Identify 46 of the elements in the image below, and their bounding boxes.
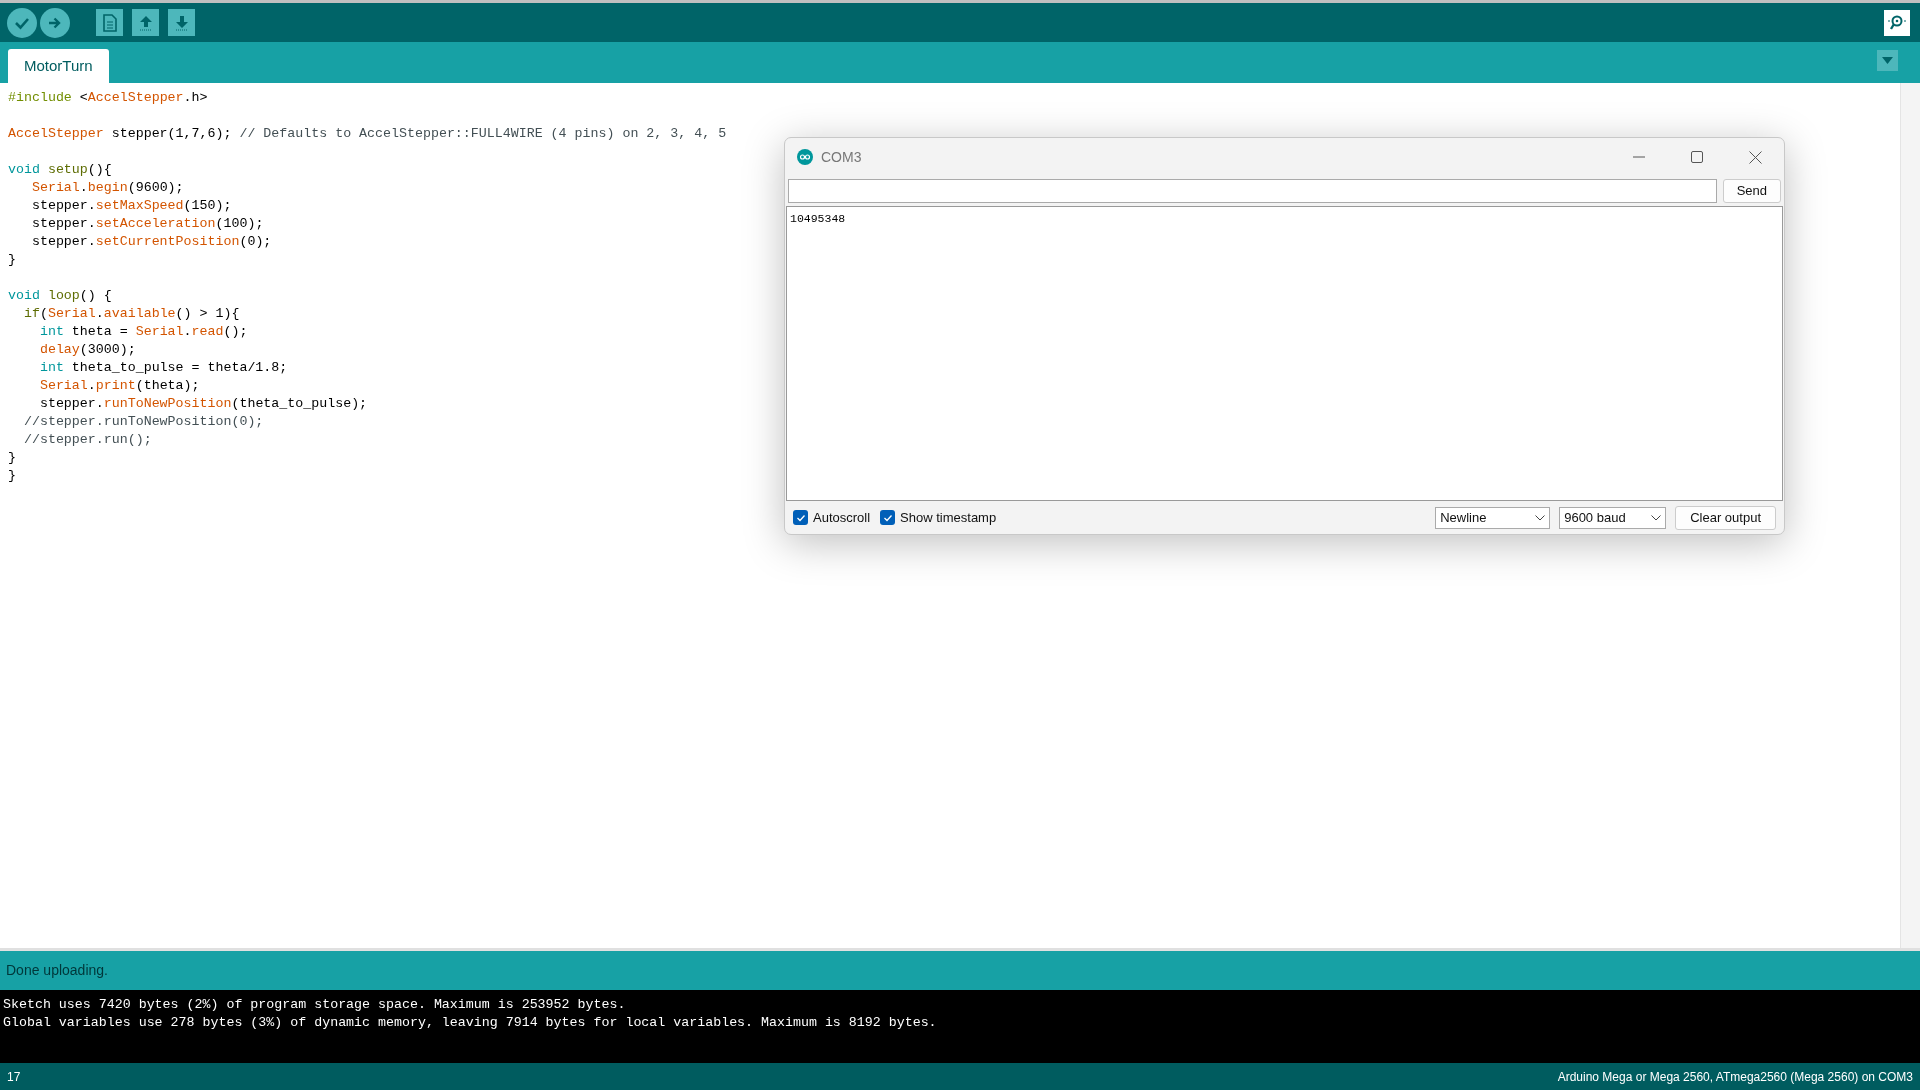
window-title: COM3 — [821, 147, 862, 167]
chevron-down-icon — [1535, 514, 1546, 521]
checkbox-label: Autoscroll — [813, 508, 871, 527]
console-line: Sketch uses 7420 bytes (2%) of program storage space. Maximum is 253952 bytes. — [3, 996, 626, 1014]
message-input-field[interactable] — [788, 179, 1717, 203]
code-line: int theta = Serial.read(); — [38, 323, 248, 341]
code-line: void loop() { — [8, 287, 112, 305]
code-line: } — [8, 449, 16, 467]
code-line: stepper.setAcceleration(100); — [30, 215, 264, 233]
code-line: AccelStepper stepper(1,7,6); // Defaults to AccelStepper::FULL4WIRE (4 pins) on 2, 3, 4, 5 — [8, 125, 727, 143]
checkmark-icon — [882, 512, 893, 523]
code-line: stepper.setCurrentPosition(0); — [30, 233, 272, 251]
code-line: Serial.begin(9600); — [30, 179, 184, 197]
code-line: void setup(){ — [8, 161, 112, 179]
line-number: 17 — [7, 1068, 21, 1086]
code-line: Serial.print(theta); — [38, 377, 200, 395]
board-info: Arduino Mega or Mega 2560, ATmega2560 (Mega 2560) on COM3 — [1557, 1068, 1913, 1086]
sketch-tab[interactable]: MotorTurn — [8, 49, 109, 83]
tab-menu-caret-icon[interactable] — [1877, 50, 1898, 71]
code-line: } — [8, 251, 16, 269]
checkbox-label: Show timestamp — [900, 508, 997, 527]
checkbox[interactable] — [880, 510, 896, 525]
output-line: 10495348 — [790, 211, 846, 226]
code-line: stepper.setMaxSpeed(150); — [30, 197, 232, 215]
chevron-down-icon — [1651, 514, 1662, 521]
baud-rate-dropdown[interactable]: 9600 baud — [1559, 506, 1667, 529]
checkmark-icon — [795, 512, 806, 523]
code-line: if(Serial.available() > 1){ — [22, 305, 240, 323]
app-logo-icon — [797, 149, 813, 165]
code-line: delay(3000); — [38, 341, 136, 359]
code-line: //stepper.runToNewPosition(0); — [22, 413, 264, 431]
new-document-icon[interactable] — [96, 9, 123, 36]
checkbox[interactable] — [793, 510, 808, 525]
verify-check-icon[interactable] — [7, 7, 37, 38]
line-ending-dropdown[interactable]: Newline — [1435, 506, 1551, 529]
console-line: Global variables use 278 bytes (3%) of dynamic memory, leaving 7914 bytes for local variables. Maximum is 8192 bytes. — [3, 1014, 937, 1032]
send-button[interactable]: Send — [1722, 179, 1781, 203]
status-message: Done uploading. — [6, 961, 108, 980]
code-line: stepper.runToNewPosition(theta_to_pulse); — [38, 395, 368, 413]
code-line: //stepper.run(); — [22, 431, 152, 449]
code-line: } — [8, 467, 16, 485]
code-line: int theta_to_pulse = theta/1.8; — [38, 359, 288, 377]
upload-arrow-up-icon[interactable] — [132, 9, 159, 36]
clear-output-button[interactable]: Clear output — [1675, 505, 1776, 530]
code-line: #include <AccelStepper.h> — [8, 89, 208, 107]
serial-monitor-search-icon[interactable] — [1884, 9, 1910, 36]
